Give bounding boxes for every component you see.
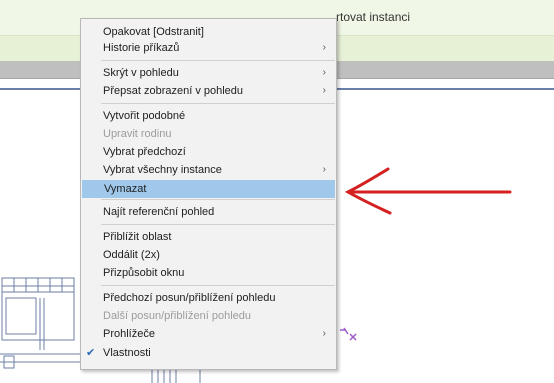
checkmark-icon: ✔ xyxy=(86,347,96,359)
options-bar-text: rtovat instanci xyxy=(336,10,411,24)
menu-item[interactable]: Vybrat předchozí xyxy=(81,143,336,161)
menu-item[interactable]: Vybrat všechny instance › xyxy=(81,161,336,179)
menu-item[interactable]: Přizpůsobit oknu xyxy=(81,264,336,282)
menu-separator xyxy=(101,199,335,200)
menu-item-label: Vytvořit podobné xyxy=(103,110,186,122)
chevron-right-icon: › xyxy=(322,164,326,175)
menu-item[interactable]: Skrýt v pohledu › xyxy=(81,64,336,82)
menu-separator xyxy=(101,60,335,61)
menu-item-label: Vymazat xyxy=(104,183,147,195)
chevron-right-icon: › xyxy=(322,328,326,339)
red-arrow-annotation xyxy=(344,167,512,215)
chevron-right-icon: › xyxy=(322,67,326,78)
menu-item-label: Najít referenční pohled xyxy=(103,206,215,218)
menu-separator xyxy=(101,224,335,225)
menu-item-label: Prohlížeče xyxy=(103,328,155,340)
menu-item-label: Vlastnosti xyxy=(103,347,151,359)
menu-item-label: Přizpůsobit oknu xyxy=(103,267,185,279)
context-menu: Opakovat [Odstranit] Historie příkazů › Skr… xyxy=(80,18,337,370)
menu-item-label: Předchozí posun/přiblížení pohledu xyxy=(103,292,276,304)
menu-item[interactable]: Předchozí posun/přiblížení pohledu xyxy=(81,289,336,307)
menu-item-label: Vybrat předchozí xyxy=(103,146,186,158)
menu-item[interactable]: Vytvořit podobné xyxy=(81,107,336,125)
menu-item-label: Vybrat všechny instance xyxy=(103,164,222,176)
menu-item[interactable]: Přepsat zobrazení v pohledu › xyxy=(81,82,336,100)
selection-marker-icon xyxy=(340,327,357,341)
menu-item[interactable]: Najít referenční pohled xyxy=(81,203,336,221)
menu-item-label: Skrýt v pohledu xyxy=(103,67,179,79)
menu-item[interactable]: Historie příkazů › xyxy=(81,39,336,57)
menu-item[interactable]: Oddálit (2x) xyxy=(81,246,336,264)
menu-item-label: Oddálit (2x) xyxy=(103,249,160,261)
menu-item-label: Přiblížit oblast xyxy=(103,231,172,243)
menu-item: Upravit rodinu xyxy=(81,125,336,143)
menu-item[interactable]: Vymazat xyxy=(82,180,335,198)
menu-separator xyxy=(101,103,335,104)
menu-separator xyxy=(101,285,335,286)
menu-item[interactable]: Přiblížit oblast xyxy=(81,228,336,246)
chevron-right-icon: › xyxy=(322,42,326,53)
menu-item-label: Další posun/přiblížení pohledu xyxy=(103,310,251,322)
menu-item[interactable]: Prohlížeče › xyxy=(81,325,336,343)
chevron-right-icon: › xyxy=(322,85,326,96)
menu-item: Další posun/přiblížení pohledu xyxy=(81,307,336,325)
menu-item[interactable]: ✔ Vlastnosti xyxy=(81,344,336,362)
menu-item-label: Upravit rodinu xyxy=(103,128,172,140)
menu-item-label: Historie příkazů xyxy=(103,42,180,54)
menu-item-label: Přepsat zobrazení v pohledu xyxy=(103,85,244,97)
